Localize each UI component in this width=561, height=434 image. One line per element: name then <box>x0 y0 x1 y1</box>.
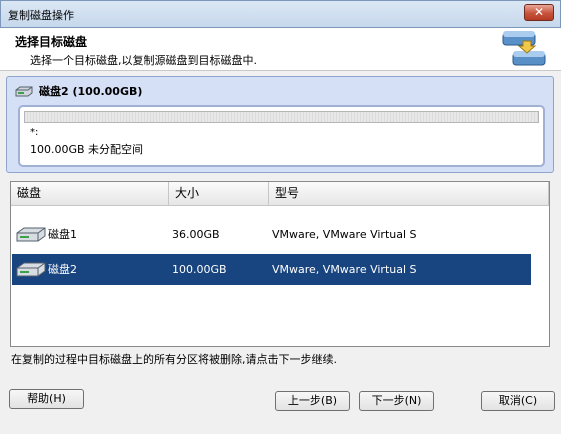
help-button[interactable]: 帮助(H) <box>9 389 84 409</box>
cancel-button[interactable]: 取消(C) <box>481 391 555 411</box>
partition-label: 100.00GB 未分配空间 <box>30 143 144 156</box>
disk-name: 磁盘1 <box>48 228 77 241</box>
table-row-disk1[interactable]: 磁盘1 36.00GB VMware, VMware Virtual S <box>12 219 531 250</box>
list-header: 磁盘 大小 型号 <box>11 182 549 206</box>
table-row-disk2[interactable]: 磁盘2 100.00GB VMware, VMware Virtual S <box>12 254 531 285</box>
disk-size: 100.00GB <box>172 263 227 276</box>
copy-disk-icon <box>502 31 546 66</box>
window-title: 复制磁盘操作 <box>8 9 74 22</box>
disk-model: VMware, VMware Virtual S <box>272 228 417 241</box>
column-header-disk[interactable]: 磁盘 <box>11 182 169 205</box>
next-button[interactable]: 下一步(N) <box>359 391 434 411</box>
disk-icon <box>16 227 46 242</box>
page-subtitle: 选择一个目标磁盘,以复制源磁盘到目标磁盘中. <box>30 54 257 67</box>
column-header-model[interactable]: 型号 <box>269 182 549 205</box>
disk-panel-header: 磁盘2 (100.00GB) <box>15 83 142 99</box>
disk-model: VMware, VMware Virtual S <box>272 263 417 276</box>
close-button[interactable]: ✕ <box>524 4 554 21</box>
column-header-size[interactable]: 大小 <box>169 182 269 205</box>
wizard-header: 选择目标磁盘 选择一个目标磁盘,以复制源磁盘到目标磁盘中. <box>0 28 561 71</box>
disk-list: 磁盘 大小 型号 磁盘1 36.00GB VMware, VMware Virt… <box>10 181 550 347</box>
disk-icon <box>16 262 46 277</box>
page-title: 选择目标磁盘 <box>15 35 88 49</box>
target-disk-panel: 磁盘2 (100.00GB) *: 100.00GB 未分配空间 <box>6 76 554 173</box>
back-button[interactable]: 上一步(B) <box>275 391 350 411</box>
disk-icon <box>15 86 33 96</box>
disk-size: 36.00GB <box>172 228 220 241</box>
disk-panel-title: 磁盘2 (100.00GB) <box>39 85 143 98</box>
partition-bar <box>24 111 539 123</box>
partition-drive-letter: *: <box>30 127 39 138</box>
window-titlebar: 复制磁盘操作 ✕ <box>0 0 561 28</box>
disk-name: 磁盘2 <box>48 263 77 276</box>
warning-text: 在复制的过程中目标磁盘上的所有分区将被删除,请点击下一步继续. <box>11 353 337 366</box>
partition-block[interactable]: *: 100.00GB 未分配空间 <box>18 105 545 167</box>
